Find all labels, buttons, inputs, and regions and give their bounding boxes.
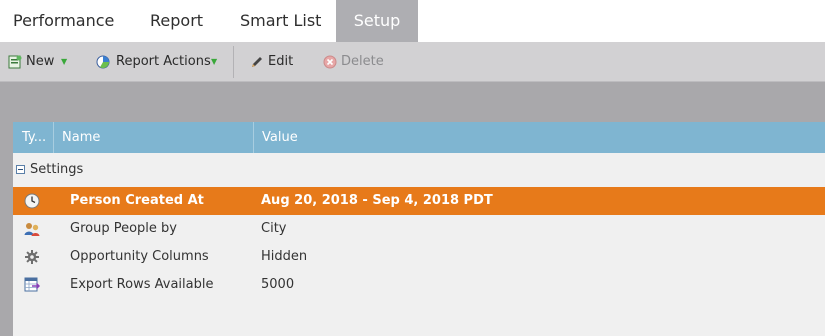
toolbar: New ▼ Report Actions ▼ Edit Delete [0, 42, 825, 82]
tab-performance[interactable]: Performance [13, 0, 114, 42]
tab-setup[interactable]: Setup [336, 0, 418, 42]
report-actions-label: Report Actions [116, 54, 211, 69]
table-row[interactable]: Opportunity Columns Hidden [13, 243, 825, 271]
new-button-label: New [26, 54, 55, 69]
delete-button-label: Delete [341, 54, 384, 69]
table-row[interactable]: Group People by City [13, 215, 825, 243]
clock-icon [24, 193, 40, 209]
collapse-icon[interactable] [16, 165, 25, 174]
export-table-icon [24, 277, 40, 292]
column-header-type[interactable]: Ty... [22, 122, 46, 153]
gear-icon [25, 250, 39, 264]
dropdown-arrow-icon[interactable]: ▼ [211, 42, 217, 82]
tab-bar: Performance Report Smart List Setup [0, 0, 825, 42]
column-divider[interactable] [253, 122, 254, 153]
dropdown-arrow-icon[interactable]: ▼ [61, 42, 67, 82]
row-value: Hidden [261, 249, 308, 264]
people-group-icon [24, 223, 40, 236]
row-name: Opportunity Columns [70, 249, 209, 264]
row-value: Aug 20, 2018 - Sep 4, 2018 PDT [261, 193, 493, 208]
column-header-name[interactable]: Name [62, 122, 100, 153]
grid-header: Ty... Name Value [13, 122, 825, 153]
row-name: Person Created At [70, 193, 204, 208]
group-row-settings: Settings [13, 153, 825, 187]
row-name: Export Rows Available [70, 277, 214, 292]
group-label: Settings [30, 162, 84, 177]
row-name: Group People by [70, 221, 177, 236]
column-divider[interactable] [53, 122, 54, 153]
delete-icon [323, 55, 337, 69]
edit-button-label: Edit [268, 54, 294, 69]
settings-grid: Ty... Name Value Settings Person Created… [13, 122, 825, 336]
row-value: City [261, 221, 287, 236]
column-header-value[interactable]: Value [262, 122, 298, 153]
table-row[interactable]: Export Rows Available 5000 [13, 271, 825, 299]
row-value: 5000 [261, 277, 295, 292]
pencil-icon [252, 57, 262, 67]
tab-smart-list[interactable]: Smart List [240, 0, 321, 42]
tab-report[interactable]: Report [150, 0, 203, 42]
table-row[interactable]: Person Created At Aug 20, 2018 - Sep 4, … [13, 187, 825, 215]
report-actions-icon [96, 55, 110, 69]
new-document-icon [8, 55, 22, 69]
toolbar-divider [233, 46, 234, 78]
